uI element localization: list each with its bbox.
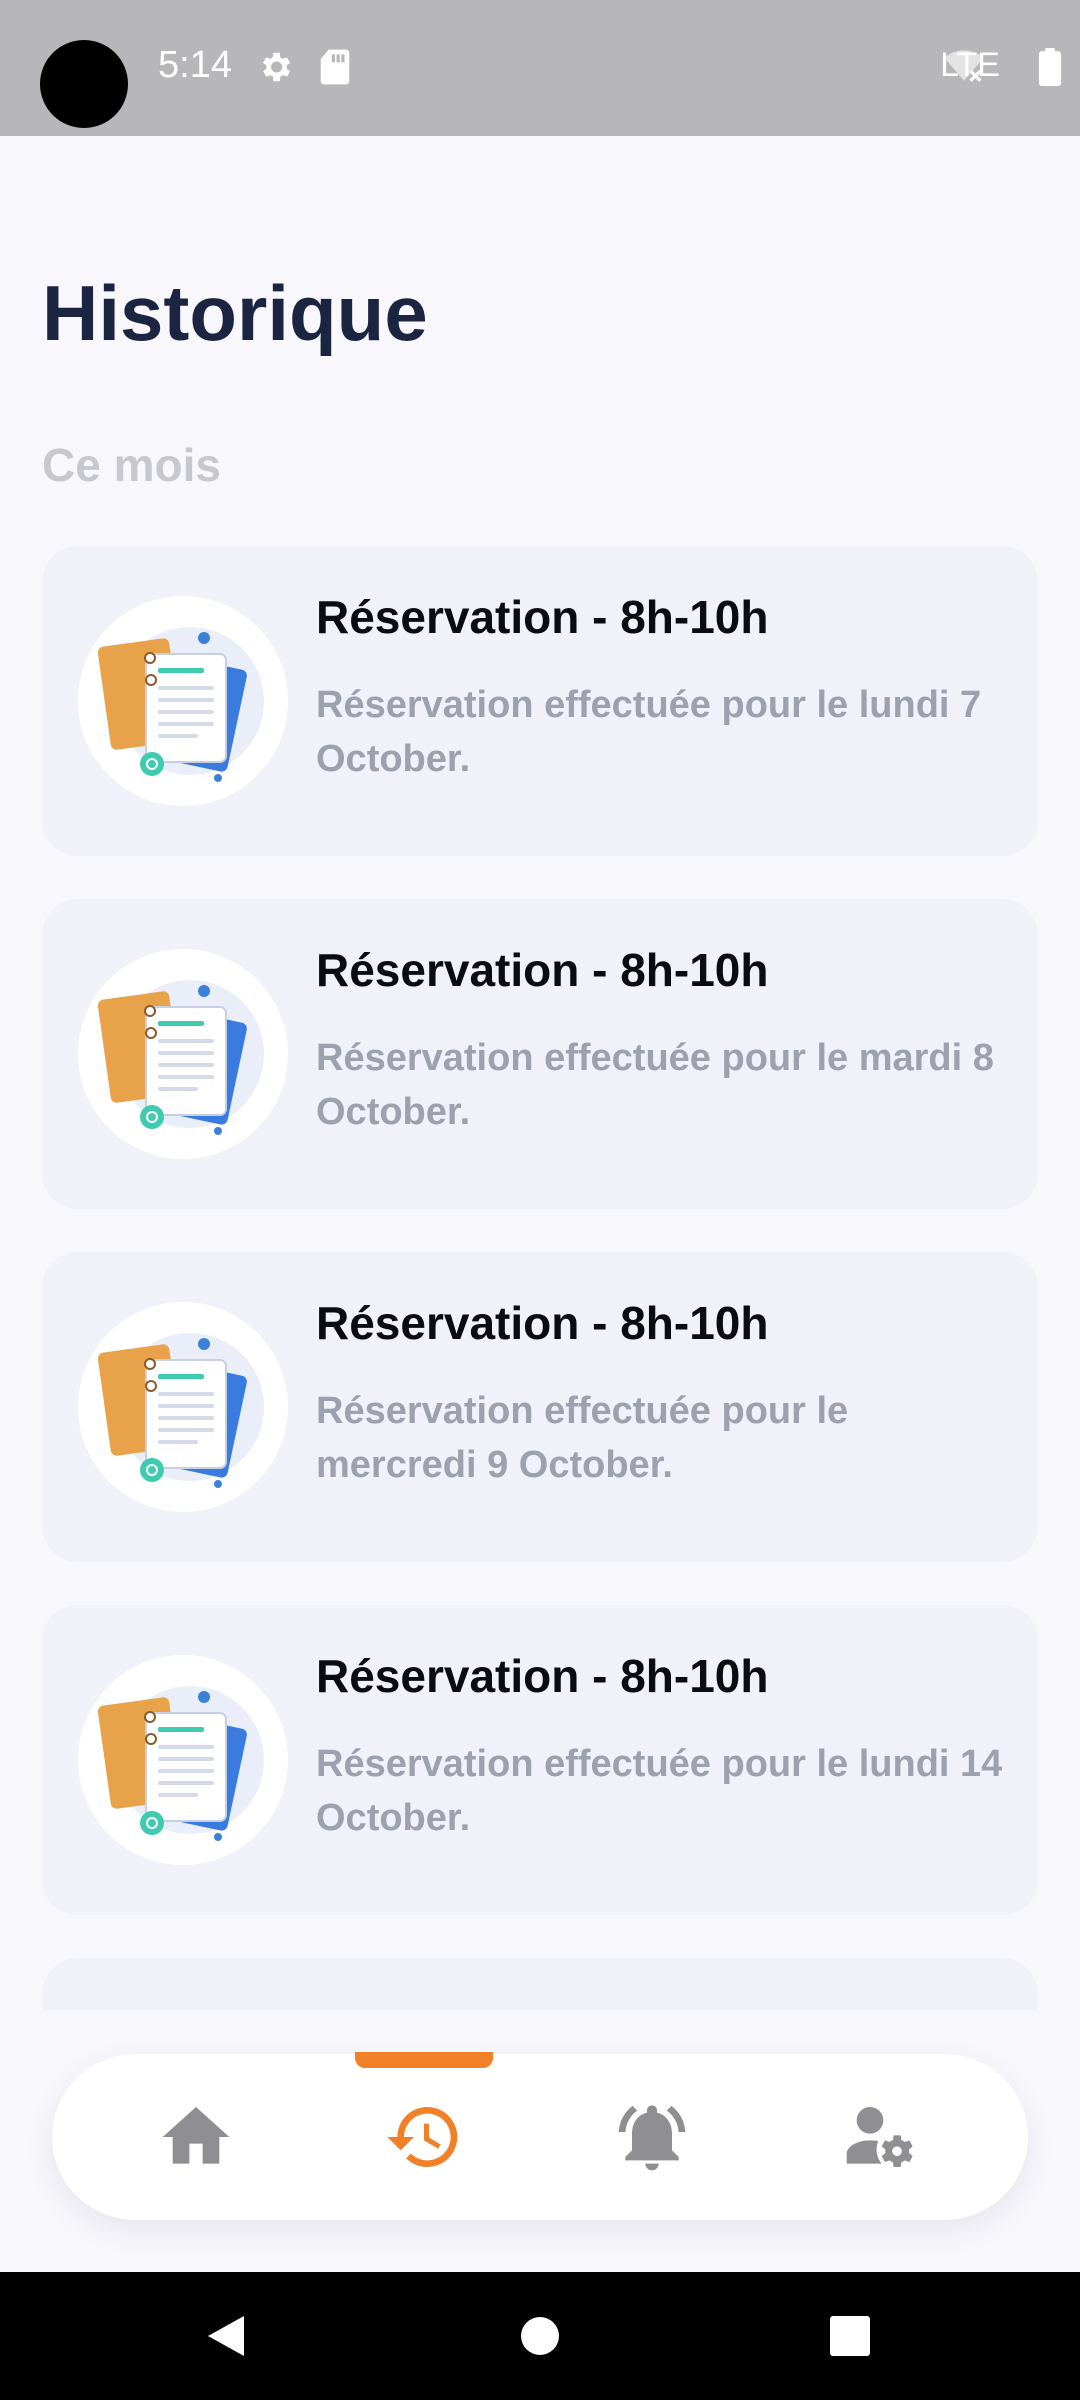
page-title: Historique xyxy=(42,269,428,357)
reservation-description: Réservation effectuée pour le lundi 7 Oc… xyxy=(316,684,982,780)
reservation-description: Réservation effectuée pour le lundi 14 O… xyxy=(316,1743,1003,1839)
history-icon xyxy=(387,2107,458,2167)
notifications-icon xyxy=(618,2105,686,2171)
reservation-card[interactable]: Réservation - 8h-10h Réservation effectu… xyxy=(42,899,1038,1209)
bottom-navigation xyxy=(52,2054,1028,2220)
reservation-card[interactable]: Réservation - 8h-10h Réservation effectu… xyxy=(42,1252,1038,1562)
profile-settings-icon xyxy=(846,2107,913,2167)
home-icon xyxy=(162,2107,230,2164)
reservation-title: Réservation - 8h-10h xyxy=(316,1297,769,1349)
home-circle-icon[interactable] xyxy=(520,2316,560,2356)
reservation-title: Réservation - 8h-10h xyxy=(316,2002,768,2010)
reservation-card[interactable]: Réservation - 8h-10h xyxy=(42,1958,1038,2010)
reservation-description: Réservation effectuée pour le mardi 8 Oc… xyxy=(316,1037,994,1133)
status-time: 5:14 xyxy=(158,44,232,86)
nav-profile-settings[interactable] xyxy=(800,2054,960,2220)
reservation-title: Réservation - 8h-10h xyxy=(316,591,769,643)
active-tab-indicator xyxy=(355,2052,493,2068)
status-bar: 5:14 LTE xyxy=(0,0,1080,136)
battery-icon xyxy=(1038,48,1062,86)
reservation-title: Réservation - 8h-10h xyxy=(316,944,769,996)
documents-illustration xyxy=(78,949,288,1159)
reservation-card[interactable]: Réservation - 8h-10h Réservation effectu… xyxy=(42,1605,1038,1915)
camera-cutout xyxy=(40,40,128,128)
reservation-description: Réservation effectuée pour le mercredi 9… xyxy=(316,1390,849,1486)
documents-illustration xyxy=(78,1655,288,1865)
settings-icon xyxy=(262,52,291,82)
nav-notifications[interactable] xyxy=(572,2054,732,2220)
reservation-title: Réservation - 8h-10h xyxy=(316,1650,769,1702)
system-navigation-bar xyxy=(0,2272,1080,2400)
recents-icon[interactable] xyxy=(830,2316,870,2356)
network-type: LTE xyxy=(940,46,1000,84)
documents-illustration xyxy=(78,596,288,806)
nav-home[interactable] xyxy=(116,2054,276,2220)
back-icon[interactable] xyxy=(204,2312,248,2360)
documents-illustration xyxy=(78,1302,288,1512)
section-label: Ce mois xyxy=(42,439,221,491)
reservation-card[interactable]: Réservation - 8h-10h Réservation effectu… xyxy=(42,546,1038,856)
sd-card-icon xyxy=(320,49,350,85)
nav-history[interactable] xyxy=(344,2054,504,2220)
reservation-list[interactable]: Réservation - 8h-10h Réservation effectu… xyxy=(0,540,1080,2010)
